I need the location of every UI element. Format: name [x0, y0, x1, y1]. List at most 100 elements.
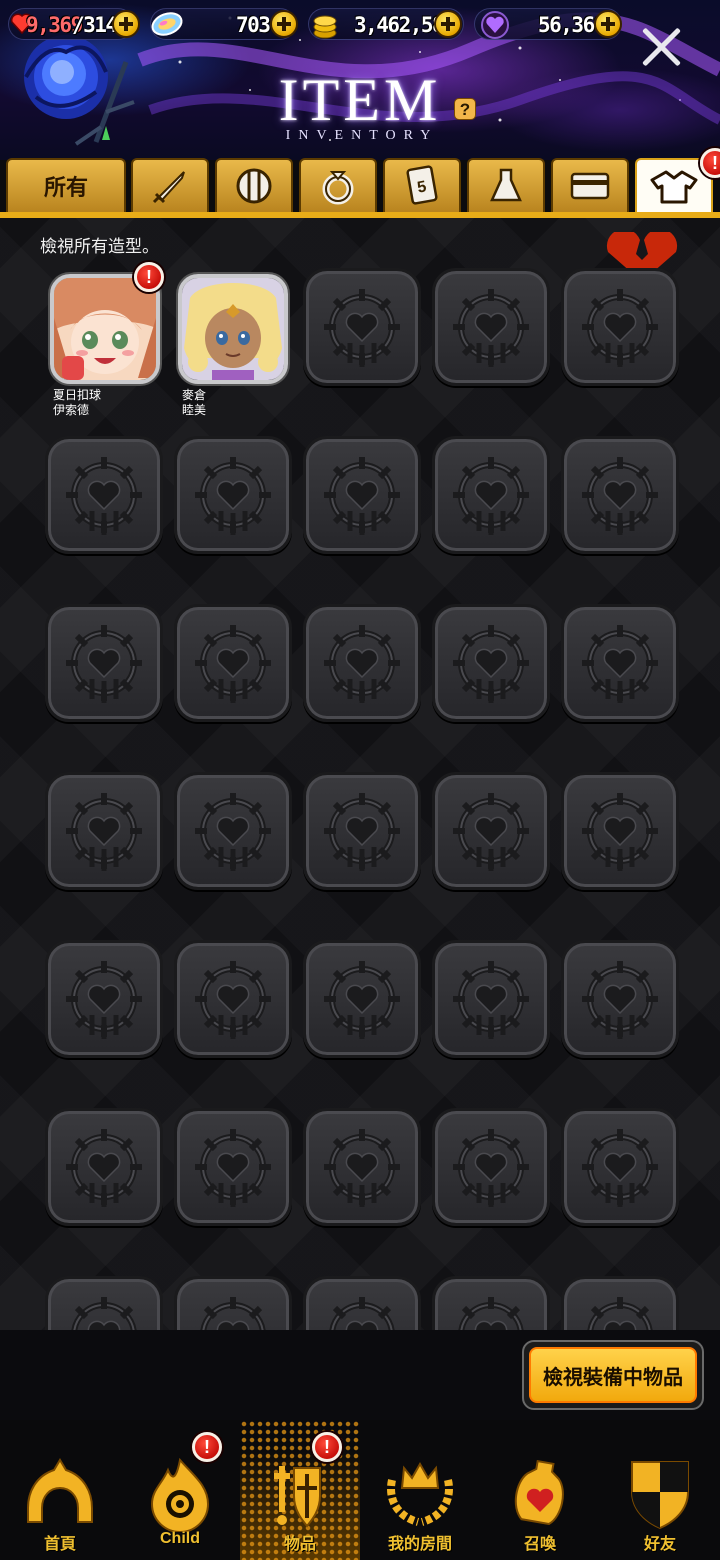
- ticket-icon: [570, 172, 610, 200]
- empty-costume-slot[interactable]: [432, 1108, 550, 1226]
- empty-costume-slot[interactable]: [561, 1276, 679, 1330]
- tab-card[interactable]: 5: [383, 158, 461, 212]
- empty-costume-slot[interactable]: [561, 772, 679, 890]
- tab-accessory[interactable]: [299, 158, 377, 212]
- nav-summon-label: 召喚: [523, 1536, 556, 1553]
- locked-slot-icon: [453, 961, 529, 1039]
- locked-slot-icon: [582, 1129, 658, 1207]
- empty-costume-slot[interactable]: [303, 436, 421, 554]
- empty-costume-slot[interactable]: [432, 1276, 550, 1330]
- summon-potion-icon: [514, 1459, 564, 1526]
- costume-card-mugura-mutsumi[interactable]: [178, 274, 288, 384]
- child-flame-icon: [150, 1457, 210, 1532]
- nav-my-room[interactable]: 我的房間: [360, 1420, 480, 1560]
- empty-costume-slot[interactable]: [174, 604, 292, 722]
- ring-icon: [322, 171, 354, 205]
- friends-shield-icon: [631, 1461, 689, 1530]
- nav-items-label: 物品: [283, 1536, 316, 1553]
- empty-costume-slot[interactable]: [432, 772, 550, 890]
- nav-home[interactable]: 首頁: [0, 1420, 120, 1560]
- add-stamina-button[interactable]: [112, 10, 140, 38]
- tab-weapon[interactable]: [131, 158, 209, 212]
- locked-slot-icon: [458, 1297, 524, 1330]
- tab-all[interactable]: 所有: [6, 158, 126, 212]
- empty-costume-slot[interactable]: [303, 940, 421, 1058]
- nav-child-label: Child: [160, 1530, 200, 1547]
- empty-costume-slot[interactable]: [174, 436, 292, 554]
- header: 9,369 /314 703 3,462,581 56,368 ITEM INV…: [0, 0, 720, 160]
- locked-slot-icon: [195, 457, 271, 535]
- category-tabs: 所有 5 !: [0, 148, 720, 218]
- view-all-hint: 檢視所有造型。: [40, 237, 159, 257]
- view-equipped-button[interactable]: 檢視裝備中物品: [522, 1340, 704, 1410]
- shield-icon: [236, 168, 272, 204]
- empty-costume-slot[interactable]: [303, 604, 421, 722]
- empty-costume-slot[interactable]: [45, 1108, 163, 1226]
- empty-costume-slot[interactable]: [561, 1108, 679, 1226]
- empty-costume-slot[interactable]: [561, 436, 679, 554]
- locked-slot-icon: [582, 457, 658, 535]
- locked-slot-icon: [582, 793, 658, 871]
- tab-consumable[interactable]: [467, 158, 545, 212]
- locked-slot-icon: [195, 625, 271, 703]
- locked-slot-icon: [324, 625, 400, 703]
- nav-summon[interactable]: 召喚: [480, 1420, 600, 1560]
- nav-friends-label: 好友: [643, 1536, 676, 1553]
- close-icon[interactable]: [638, 24, 684, 70]
- rainbow-gem-icon: [151, 12, 183, 36]
- empty-costume-slot[interactable]: [45, 436, 163, 554]
- locked-slot-icon: [66, 961, 142, 1039]
- add-gems-button[interactable]: [270, 10, 298, 38]
- empty-costume-slot[interactable]: [303, 1108, 421, 1226]
- tab-ticket[interactable]: [551, 158, 629, 212]
- locked-slot-icon: [582, 625, 658, 703]
- empty-costume-slot[interactable]: [303, 772, 421, 890]
- locked-slot-icon: [582, 961, 658, 1039]
- tab-all-label: 所有: [43, 175, 88, 200]
- locked-slot-icon: [66, 625, 142, 703]
- empty-costume-slot[interactable]: [174, 772, 292, 890]
- costume-card-name-line1: 夏日扣球: [53, 388, 102, 402]
- empty-costume-slot[interactable]: [303, 1276, 421, 1330]
- empty-costume-slot[interactable]: [174, 940, 292, 1058]
- character-portrait-mugura-mutsumi: [182, 278, 284, 380]
- sword-icon: [152, 171, 185, 204]
- nav-items[interactable]: 物品 !: [240, 1420, 360, 1560]
- locked-slot-icon: [453, 625, 529, 703]
- empty-costume-slot[interactable]: [303, 268, 421, 386]
- empty-costume-slot[interactable]: [45, 772, 163, 890]
- empty-costume-slot[interactable]: [432, 268, 550, 386]
- empty-costume-slot[interactable]: [45, 940, 163, 1058]
- nav-child[interactable]: Child !: [120, 1420, 240, 1560]
- tab-armor[interactable]: [215, 158, 293, 212]
- empty-costume-slot[interactable]: [561, 604, 679, 722]
- add-gold-button[interactable]: [434, 10, 462, 38]
- locked-slot-icon: [582, 289, 658, 367]
- dark-crystal-heart-icon: [481, 11, 509, 39]
- page-subtitle: INVENTORY: [285, 128, 439, 143]
- locked-slot-icon: [66, 793, 142, 871]
- empty-costume-slot[interactable]: [45, 1276, 163, 1330]
- empty-costume-slot[interactable]: [45, 604, 163, 722]
- locked-slot-icon: [453, 1129, 529, 1207]
- locked-slot-icon: [453, 289, 529, 367]
- nav-friends[interactable]: 好友: [600, 1420, 720, 1560]
- locked-slot-icon: [324, 961, 400, 1039]
- locked-slot-icon: [66, 1129, 142, 1207]
- empty-costume-slot[interactable]: [432, 940, 550, 1058]
- empty-costume-slot[interactable]: [561, 268, 679, 386]
- empty-costume-slot[interactable]: [174, 1276, 292, 1330]
- empty-costume-slot[interactable]: [432, 436, 550, 554]
- locked-slot-icon: [453, 793, 529, 871]
- gems-value: 703: [236, 13, 271, 37]
- nav-home-label: 首頁: [43, 1536, 76, 1553]
- empty-costume-slot[interactable]: [432, 604, 550, 722]
- empty-costume-slot[interactable]: [561, 940, 679, 1058]
- costume-icon: [650, 170, 698, 204]
- empty-costume-slot[interactable]: [174, 1108, 292, 1226]
- crown-wreath-icon: [387, 1461, 453, 1526]
- add-crystals-button[interactable]: [594, 10, 622, 38]
- item-knight-icon: [274, 1466, 321, 1528]
- page-title: ITEM: [278, 67, 442, 133]
- help-icon[interactable]: ?: [454, 98, 476, 120]
